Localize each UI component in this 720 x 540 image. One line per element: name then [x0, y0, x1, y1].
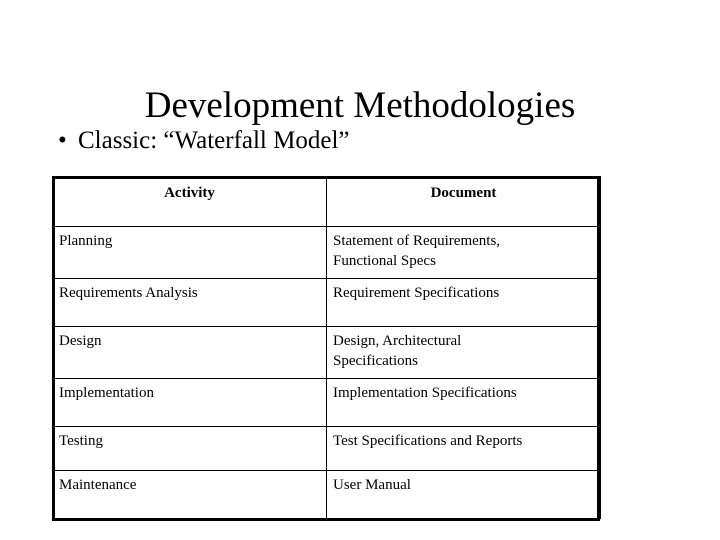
cell-document-line: Requirement Specifications [333, 285, 500, 301]
cell-document-line: Implementation Specifications [333, 385, 517, 401]
cell-activity: Design [52, 326, 327, 379]
bullet-point-icon: • [58, 127, 67, 154]
cell-document: Requirement Specifications [326, 278, 601, 327]
cell-document-line: Functional Specs [333, 253, 436, 269]
cell-activity: Maintenance [52, 470, 327, 519]
cell-document-line: Specifications [333, 353, 418, 369]
page-title: Development Methodologies [144, 84, 576, 126]
cell-activity: Implementation [52, 378, 327, 427]
table-row: Implementation Implementation Specificat… [52, 378, 601, 427]
waterfall-phases-table: Activity Document Planning Statement of … [52, 176, 601, 519]
cell-document-line: Statement of Requirements, [333, 233, 501, 249]
cell-activity: Testing [52, 426, 327, 471]
column-header-activity: Activity [52, 176, 327, 227]
bullet-item-label: Classic: “Waterfall Model” [78, 127, 350, 154]
cell-activity: Requirements Analysis [52, 278, 327, 327]
cell-document: Implementation Specifications [326, 378, 601, 427]
cell-document: Test Specifications and Reports [326, 426, 601, 471]
cell-document: Statement of Requirements, Functional Sp… [326, 226, 601, 279]
cell-document: User Manual [326, 470, 601, 519]
table-row: Planning Statement of Requirements, Func… [52, 226, 601, 279]
table-row: Design Design, Architectural Specificati… [52, 326, 601, 379]
table-row: Requirements Analysis Requirement Specif… [52, 278, 601, 327]
cell-document: Design, Architectural Specifications [326, 326, 601, 379]
cell-document-line: Test Specifications and Reports [333, 433, 523, 449]
column-header-document: Document [326, 176, 601, 227]
slide-canvas: Development Methodologies • Classic: “Wa… [0, 0, 720, 540]
cell-document-line: User Manual [333, 477, 411, 493]
table-header-row: Activity Document [52, 176, 601, 227]
cell-document-line: Design, Architectural [333, 333, 462, 349]
cell-activity: Planning [52, 226, 327, 279]
table-row: Maintenance User Manual [52, 470, 601, 519]
table-row: Testing Test Specifications and Reports [52, 426, 601, 471]
bullet-item: • Classic: “Waterfall Model” [52, 127, 652, 159]
